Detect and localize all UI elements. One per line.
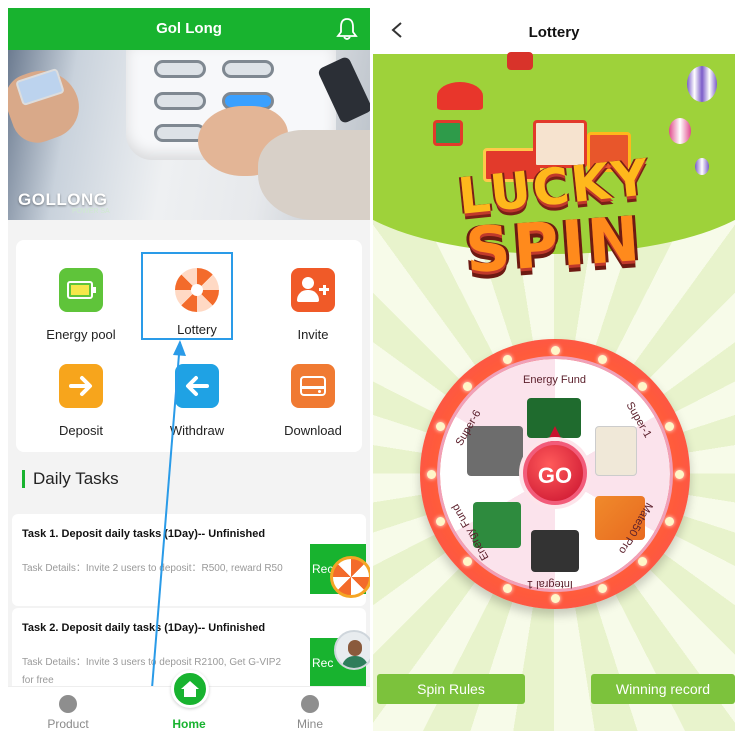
wheel-light <box>550 593 560 603</box>
nav-label-mine: Mine <box>296 717 323 731</box>
wheel-pointer <box>547 426 563 442</box>
wheel-light <box>462 557 472 567</box>
wheel-light <box>597 584 607 594</box>
support-avatar[interactable] <box>334 630 370 670</box>
wheel-light <box>674 469 684 479</box>
nav-label-home: Home <box>172 717 206 731</box>
wheel-light <box>597 354 607 364</box>
winning-record-button[interactable]: Winning record <box>591 674 735 704</box>
parachute-icon <box>437 82 483 110</box>
balloon-icon <box>687 66 717 102</box>
wheel-light <box>435 516 445 526</box>
home-screen: Gol Long GOLLONG POWER SA Energy pool Lo… <box>8 8 370 731</box>
lottery-title: Lottery <box>528 24 580 41</box>
lottery-screen: Lottery LUCKY SPIN Energy Fund Super-1 M… <box>373 8 735 731</box>
go-label: GO <box>537 463 573 488</box>
nav-label-product: Product <box>47 717 89 731</box>
go-button[interactable]: GO <box>523 441 587 505</box>
product-icon <box>59 695 77 713</box>
wheel-light <box>462 381 472 391</box>
prize-super-1-image <box>595 426 637 476</box>
wheel-light <box>665 516 675 526</box>
lottery-header: Lottery <box>373 8 735 54</box>
wheel-light <box>503 354 513 364</box>
spin-rules-button[interactable]: Spin Rules <box>377 674 525 704</box>
balloon-icon <box>669 118 691 144</box>
wheel-light <box>426 469 436 479</box>
segment-label: Energy Fund <box>523 374 586 386</box>
segment-label: Integral 1 <box>527 578 573 590</box>
prize-super-6-image <box>467 426 523 476</box>
pointer-arrow <box>149 340 186 714</box>
gift-icon <box>507 52 533 70</box>
wheel-light <box>435 422 445 432</box>
gift-icon <box>433 120 463 146</box>
floating-lottery-icon[interactable] <box>330 556 370 598</box>
user-icon <box>301 695 319 713</box>
nav-mine[interactable]: Mine <box>250 687 370 731</box>
prize-integral-image <box>531 530 579 572</box>
home-icon[interactable] <box>171 670 209 708</box>
wheel-light <box>638 381 648 391</box>
wheel-light <box>550 345 560 355</box>
nav-product[interactable]: Product <box>8 687 128 731</box>
